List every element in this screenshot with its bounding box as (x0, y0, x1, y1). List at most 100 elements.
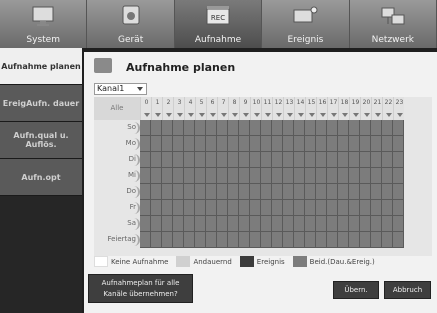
schedule-cell[interactable] (316, 232, 327, 248)
schedule-cell[interactable] (294, 168, 305, 184)
schedule-cell[interactable] (173, 152, 184, 168)
schedule-cell[interactable] (393, 152, 404, 168)
schedule-cell[interactable] (316, 168, 327, 184)
hour-header[interactable]: 16 (316, 97, 327, 120)
schedule-cell[interactable] (360, 120, 371, 136)
schedule-cell[interactable] (239, 136, 250, 152)
schedule-cell[interactable] (338, 200, 349, 216)
day-row-header[interactable]: Mi (94, 168, 140, 184)
hour-header[interactable]: 9 (239, 97, 250, 120)
schedule-cell[interactable] (294, 216, 305, 232)
schedule-cell[interactable] (228, 152, 239, 168)
schedule-cell[interactable] (393, 120, 404, 136)
schedule-cell[interactable] (184, 120, 195, 136)
schedule-cell[interactable] (338, 120, 349, 136)
tab-netzwerk[interactable]: Netzwerk (349, 0, 437, 48)
schedule-cell[interactable] (217, 216, 228, 232)
hour-header[interactable]: 5 (195, 97, 206, 120)
hour-header[interactable]: 0 (140, 97, 151, 120)
schedule-cell[interactable] (283, 232, 294, 248)
day-row-header[interactable]: Di (94, 152, 140, 168)
schedule-cell[interactable] (305, 120, 316, 136)
schedule-cell[interactable] (371, 152, 382, 168)
schedule-cell[interactable] (140, 168, 151, 184)
schedule-cell[interactable] (250, 216, 261, 232)
schedule-cell[interactable] (382, 216, 393, 232)
schedule-cell[interactable] (140, 120, 151, 136)
schedule-cell[interactable] (261, 152, 272, 168)
schedule-cell[interactable] (272, 200, 283, 216)
schedule-cell[interactable] (228, 232, 239, 248)
schedule-cell[interactable] (140, 232, 151, 248)
schedule-cell[interactable] (338, 136, 349, 152)
schedule-cell[interactable] (272, 168, 283, 184)
schedule-cell[interactable] (272, 184, 283, 200)
hour-header[interactable]: 1 (151, 97, 162, 120)
schedule-cell[interactable] (250, 168, 261, 184)
schedule-cell[interactable] (151, 152, 162, 168)
schedule-cell[interactable] (206, 216, 217, 232)
day-row-header[interactable]: Do (94, 184, 140, 200)
schedule-cell[interactable] (162, 216, 173, 232)
schedule-cell[interactable] (173, 136, 184, 152)
schedule-cell[interactable] (360, 152, 371, 168)
schedule-cell[interactable] (283, 152, 294, 168)
schedule-cell[interactable] (162, 168, 173, 184)
schedule-cell[interactable] (195, 120, 206, 136)
tab-geraet[interactable]: Gerät (87, 0, 175, 48)
cancel-button[interactable]: Abbruch (384, 281, 431, 299)
schedule-cell[interactable] (217, 184, 228, 200)
apply-button[interactable]: Übern. (333, 281, 379, 299)
schedule-cell[interactable] (382, 152, 393, 168)
schedule-cell[interactable] (195, 232, 206, 248)
schedule-cell[interactable] (283, 168, 294, 184)
schedule-cell[interactable] (294, 184, 305, 200)
hour-header[interactable]: 3 (173, 97, 184, 120)
schedule-cell[interactable] (316, 200, 327, 216)
schedule-cell[interactable] (294, 152, 305, 168)
schedule-cell[interactable] (228, 184, 239, 200)
schedule-cell[interactable] (283, 200, 294, 216)
schedule-cell[interactable] (173, 216, 184, 232)
schedule-cell[interactable] (217, 232, 228, 248)
schedule-cell[interactable] (294, 120, 305, 136)
schedule-cell[interactable] (151, 120, 162, 136)
schedule-cell[interactable] (184, 216, 195, 232)
schedule-cell[interactable] (349, 120, 360, 136)
schedule-cell[interactable] (261, 136, 272, 152)
schedule-cell[interactable] (261, 168, 272, 184)
schedule-cell[interactable] (217, 200, 228, 216)
schedule-cell[interactable] (140, 216, 151, 232)
schedule-cell[interactable] (327, 200, 338, 216)
schedule-cell[interactable] (162, 184, 173, 200)
schedule-cell[interactable] (327, 120, 338, 136)
schedule-cell[interactable] (162, 200, 173, 216)
schedule-cell[interactable] (305, 232, 316, 248)
schedule-cell[interactable] (305, 136, 316, 152)
schedule-cell[interactable] (349, 216, 360, 232)
schedule-cell[interactable] (195, 152, 206, 168)
schedule-cell[interactable] (349, 136, 360, 152)
hour-header[interactable]: 6 (206, 97, 217, 120)
schedule-cell[interactable] (184, 232, 195, 248)
schedule-cell[interactable] (382, 168, 393, 184)
schedule-cell[interactable] (338, 184, 349, 200)
select-all-button[interactable]: Alle (94, 97, 140, 120)
schedule-cell[interactable] (217, 152, 228, 168)
schedule-cell[interactable] (239, 168, 250, 184)
schedule-cell[interactable] (272, 136, 283, 152)
schedule-cell[interactable] (173, 120, 184, 136)
hour-header[interactable]: 4 (184, 97, 195, 120)
sidebar-item-qualitaet[interactable]: Aufn.qual u. Auflös. (0, 122, 82, 159)
schedule-cell[interactable] (382, 200, 393, 216)
hour-header[interactable]: 22 (382, 97, 393, 120)
hour-header[interactable]: 19 (349, 97, 360, 120)
schedule-cell[interactable] (327, 168, 338, 184)
day-row-header[interactable]: Fr (94, 200, 140, 216)
schedule-cell[interactable] (393, 232, 404, 248)
schedule-cell[interactable] (283, 120, 294, 136)
schedule-cell[interactable] (316, 136, 327, 152)
hour-header[interactable]: 8 (228, 97, 239, 120)
schedule-cell[interactable] (140, 136, 151, 152)
schedule-cell[interactable] (393, 184, 404, 200)
